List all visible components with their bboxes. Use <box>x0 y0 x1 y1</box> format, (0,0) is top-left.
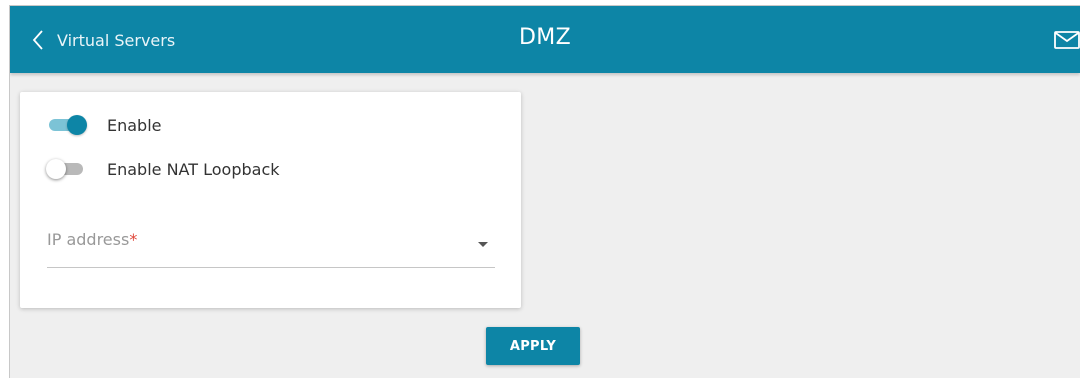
apply-button[interactable]: APPLY <box>486 327 580 365</box>
nat-loopback-toggle-row[interactable]: Enable NAT Loopback <box>46 159 280 179</box>
enable-label: Enable <box>107 115 162 135</box>
ip-address-label: IP address <box>47 230 130 249</box>
enable-switch-knob <box>67 115 87 135</box>
ip-address-select[interactable]: IP address* <box>47 222 495 268</box>
dmz-settings-card: Enable Enable NAT Loopback IP address* <box>20 92 521 308</box>
top-bar: Virtual Servers DMZ <box>10 6 1080 73</box>
nat-loopback-switch-knob <box>46 159 66 179</box>
nat-loopback-switch[interactable] <box>46 159 88 179</box>
nat-loopback-label: Enable NAT Loopback <box>107 159 280 179</box>
page-title: DMZ <box>519 25 571 50</box>
ip-address-placeholder: IP address* <box>47 230 137 249</box>
enable-toggle-row[interactable]: Enable <box>46 115 162 135</box>
chevron-down-icon <box>478 242 488 247</box>
mail-icon[interactable] <box>1054 31 1080 53</box>
app-frame: Virtual Servers DMZ Enable Enable NAT Lo… <box>9 5 1080 378</box>
enable-switch[interactable] <box>46 115 88 135</box>
required-mark: * <box>129 230 138 249</box>
